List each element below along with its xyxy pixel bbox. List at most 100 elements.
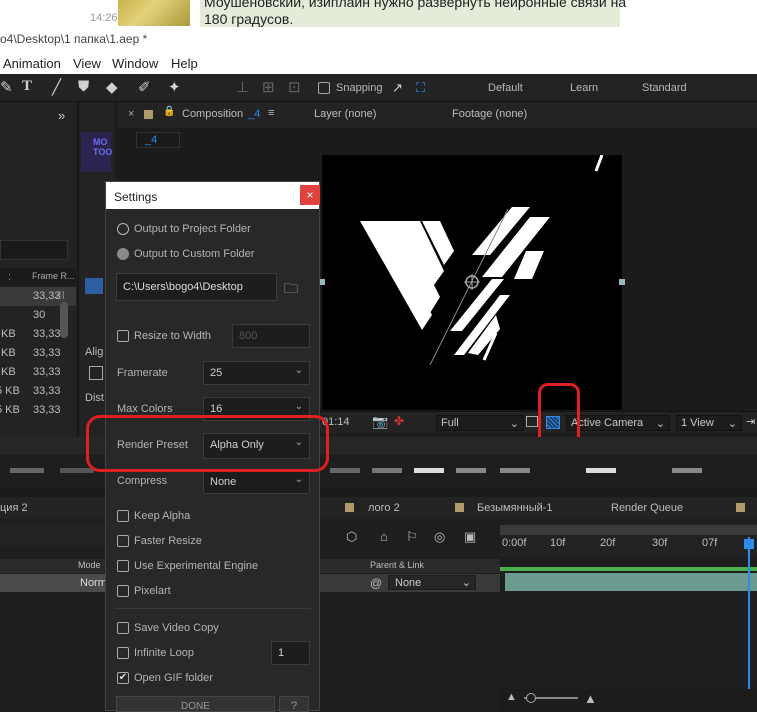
workspace-default[interactable]: Default [488, 82, 523, 94]
loop-count-input[interactable]: 1 [271, 641, 310, 665]
menu-animation[interactable]: Animation [3, 56, 61, 71]
save-video-copy-checkbox[interactable] [117, 622, 129, 634]
layer-duration-bar[interactable] [505, 573, 757, 591]
keep-alpha-checkbox[interactable] [117, 510, 129, 522]
close-comp-tab-icon[interactable]: × [128, 108, 134, 120]
frame-blend-icon[interactable]: ⌂ [380, 529, 388, 544]
timeline-tab-untitled[interactable]: Безымянный-1 [477, 502, 553, 514]
fast-preview-icon[interactable]: ⇥ [746, 415, 755, 428]
roto-brush-tool-icon[interactable]: ✐ [138, 78, 151, 96]
faster-resize-checkbox[interactable] [117, 535, 129, 547]
frame-rate-header[interactable]: Frame R... [32, 271, 75, 281]
view-layout-dropdown[interactable]: 1 View ⌄ [676, 415, 742, 431]
project-row[interactable]: 5 KB 33,33 [0, 382, 76, 401]
project-row[interactable]: 5 KB 33,33 [0, 401, 76, 420]
timeline-tab-render-queue[interactable]: Render Queue [611, 502, 683, 514]
resize-width-checkbox[interactable] [117, 330, 129, 342]
tool-thumbnail[interactable] [60, 468, 94, 473]
tool-thumbnail[interactable] [414, 468, 444, 473]
expand-snap-icon[interactable]: ⛶ [416, 80, 425, 96]
composition-canvas[interactable] [322, 154, 622, 410]
mode-value[interactable]: Norm [80, 577, 107, 589]
done-button[interactable]: DONE [116, 696, 275, 712]
open-gif-folder-checkbox[interactable]: ✔ [117, 672, 129, 684]
graph-editor-icon[interactable]: ◎ [434, 529, 445, 545]
type-tool-icon[interactable]: T [22, 78, 32, 95]
output-path-field[interactable]: C:\Users\bogo4\Desktop [116, 273, 277, 301]
panel-overflow-icon[interactable]: » [58, 108, 65, 123]
playhead-handle[interactable] [744, 539, 754, 549]
zoom-slider-thumb[interactable] [526, 693, 536, 703]
time-ruler[interactable]: 0:00f 10f 20f 30f 07f [500, 535, 757, 557]
menu-window[interactable]: Window [112, 56, 158, 71]
show-channel-icon[interactable]: ✤ [394, 414, 404, 428]
timeline-tab-logo2[interactable]: лого 2 [368, 502, 400, 514]
region-of-interest-icon[interactable] [526, 416, 538, 427]
zoom-in-icon[interactable]: ▲ [584, 691, 597, 706]
snap-options-icon[interactable]: ↗ [392, 80, 403, 96]
tool-thumbnail[interactable] [586, 468, 616, 473]
output-project-radio[interactable] [117, 223, 129, 235]
experimental-engine-checkbox[interactable] [117, 560, 129, 572]
puppet-pin-tool-icon[interactable]: ✦ [168, 78, 181, 96]
axis-mode-icon[interactable]: ⊥ [236, 78, 249, 96]
close-dialog-button[interactable]: × [300, 185, 320, 205]
chat-photo-thumbnail[interactable] [118, 0, 190, 26]
motion-tools-badge[interactable]: MO TOO [81, 132, 112, 172]
align-left-icon[interactable] [85, 278, 103, 294]
timeline-tab-comp2[interactable]: ция 2 [0, 502, 28, 514]
clone-stamp-tool-icon[interactable]: ⛊ [78, 78, 89, 95]
resize-width-label: Resize to Width [134, 330, 212, 342]
pixelart-checkbox[interactable] [117, 585, 129, 597]
footage-tab[interactable]: Footage (none) [452, 108, 527, 120]
snapshot-camera-icon[interactable]: 📷 [372, 414, 388, 430]
project-search-input[interactable] [0, 240, 68, 260]
lock-icon[interactable]: 🔒 [163, 106, 175, 117]
compress-dropdown[interactable]: None ⌄ [203, 470, 310, 494]
framerate-dropdown[interactable]: 25 ⌄ [203, 361, 310, 385]
project-row[interactable]: KB 33,33 [0, 363, 76, 382]
view-axis-icon[interactable]: ⊡ [288, 78, 301, 96]
infinite-loop-checkbox[interactable] [117, 647, 129, 659]
help-button[interactable]: ? [279, 696, 309, 712]
ruler-tick-label: 0:00f [502, 537, 527, 549]
comp-breadcrumb[interactable]: _4 [136, 132, 180, 148]
folder-icon[interactable]: 🗀 [284, 278, 298, 302]
menu-help[interactable]: Help [171, 56, 198, 71]
composition-menu-icon[interactable]: ≡ [268, 107, 274, 119]
motion-blur-icon[interactable]: ⚐ [406, 529, 418, 545]
menu-view[interactable]: View [73, 56, 101, 71]
playhead-line[interactable] [748, 537, 750, 689]
project-row[interactable]: KB 33,33 [0, 344, 76, 363]
work-area-bar[interactable] [500, 525, 757, 535]
snapping-checkbox[interactable] [318, 82, 330, 94]
resolution-dropdown[interactable]: Full ⌄ [436, 415, 524, 431]
workspace-standard[interactable]: Standard [642, 82, 687, 94]
composition-tab-name[interactable]: _4 [248, 108, 260, 120]
composition-tab-label[interactable]: Composition [182, 108, 243, 120]
chevron-down-icon: ⌄ [294, 365, 303, 376]
zoom-out-icon[interactable]: ▲ [506, 691, 517, 703]
pick-whip-icon[interactable]: @ [370, 576, 382, 590]
pen-tool-icon[interactable]: ✎ [0, 78, 13, 96]
tool-thumbnail[interactable] [330, 468, 360, 473]
output-custom-radio[interactable] [117, 248, 129, 260]
tool-thumbnail[interactable] [456, 468, 486, 473]
resize-width-input[interactable]: 800 [232, 324, 310, 348]
3d-layer-icon[interactable]: ⬡ [346, 529, 357, 545]
parent-dropdown[interactable]: None ⌄ [388, 575, 476, 590]
project-scrollbar[interactable] [60, 302, 68, 338]
align-layers-icon[interactable] [89, 366, 103, 380]
tool-thumbnail[interactable] [500, 468, 530, 473]
eraser-tool-icon[interactable]: ◆ [106, 78, 118, 96]
layer-tab[interactable]: Layer (none) [314, 108, 376, 120]
world-axis-icon[interactable]: ⊞ [262, 78, 275, 96]
tool-thumbnail[interactable] [372, 468, 402, 473]
brush-tool-icon[interactable]: ╱ [52, 78, 61, 96]
tool-thumbnail[interactable] [672, 468, 702, 473]
tool-thumbnail[interactable] [10, 468, 44, 473]
workspace-learn[interactable]: Learn [570, 82, 598, 94]
bounding-handle[interactable] [619, 279, 625, 285]
camera-view-dropdown[interactable]: Active Camera ⌄ [566, 415, 670, 431]
chart-icon[interactable]: ▣ [464, 529, 476, 545]
